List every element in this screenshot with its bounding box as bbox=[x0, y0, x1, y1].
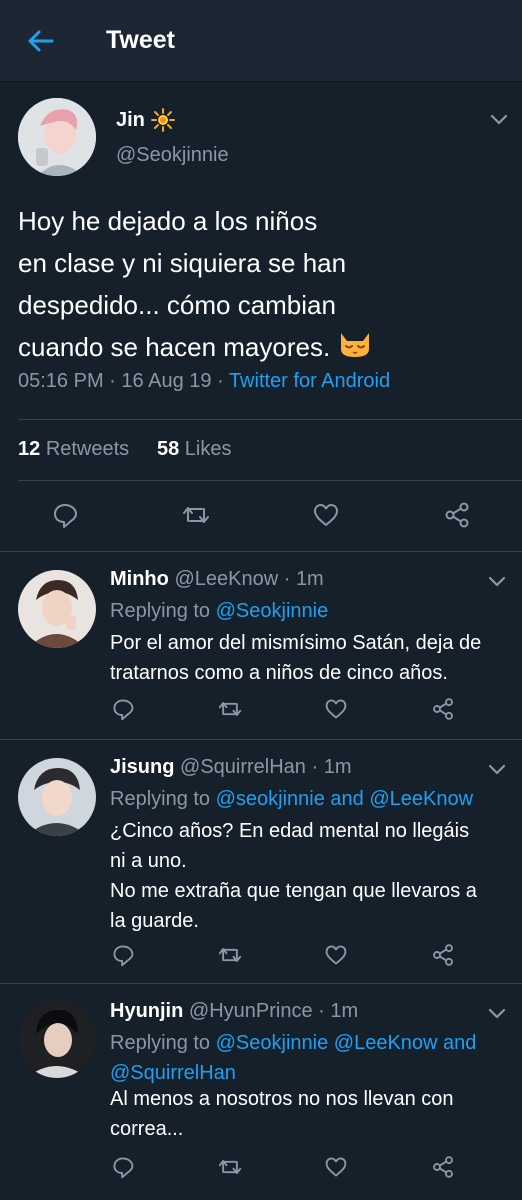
retweet-icon[interactable] bbox=[215, 940, 245, 970]
tweet-text-line: despedido... cómo cambian bbox=[18, 290, 336, 320]
reply-text: ¿Cinco años? En edad mental no llegáis n… bbox=[110, 820, 477, 932]
retweet-icon[interactable] bbox=[215, 694, 245, 724]
reply-icon[interactable] bbox=[108, 940, 138, 970]
replying-to-link[interactable]: @seokjinnie and @LeeKnow bbox=[216, 788, 473, 810]
reply-actions bbox=[108, 694, 458, 724]
author-name[interactable]: Jin bbox=[116, 109, 145, 132]
reply-author-name[interactable]: Hyunjin bbox=[110, 1000, 183, 1022]
avatar[interactable] bbox=[18, 758, 96, 836]
reply-author-name[interactable]: Jisung bbox=[110, 756, 174, 778]
tweet-client-link[interactable]: Twitter for Android bbox=[229, 370, 390, 392]
tweet-date: 16 Aug 19 bbox=[121, 370, 212, 392]
like-icon[interactable] bbox=[321, 1152, 351, 1182]
retweet-icon[interactable] bbox=[181, 500, 211, 530]
reply-author-name[interactable]: Minho bbox=[110, 568, 169, 590]
tweet-stats: 12 Retweets 58 Likes bbox=[18, 438, 232, 461]
share-icon[interactable] bbox=[428, 940, 458, 970]
share-icon[interactable] bbox=[428, 1152, 458, 1182]
reply-author-handle[interactable]: @HyunPrince bbox=[189, 1000, 313, 1022]
reply-age: 1m bbox=[323, 756, 352, 778]
retweets-stat[interactable]: 12 Retweets bbox=[18, 438, 129, 460]
divider bbox=[18, 419, 522, 420]
reply-header: Hyunjin @HyunPrince · 1m bbox=[110, 1000, 359, 1022]
replying-to-link[interactable]: @Seokjinnie @LeeKnow and bbox=[216, 1032, 477, 1054]
reply-actions bbox=[108, 940, 458, 970]
replying-to: Replying to @Seokjinnie bbox=[110, 600, 329, 622]
reply-text: Por el amor del mismísimo Satán, deja de… bbox=[110, 632, 482, 684]
tweet-text: Hoy he dejado a los niños en clase y ni … bbox=[18, 200, 508, 371]
top-bar: Tweet bbox=[0, 0, 522, 82]
tweet-text-line: cuando se hacen mayores. bbox=[18, 326, 508, 371]
tweet-meta: 05:16 PM · 16 Aug 19 · Twitter for Andro… bbox=[18, 370, 391, 392]
tweet-actions bbox=[50, 500, 472, 530]
main-tweet: Jin @Seokjinnie Hoy he dejado a los niño… bbox=[0, 82, 522, 552]
chevron-down-icon[interactable] bbox=[486, 758, 508, 780]
reply-header: Jisung @SquirrelHan · 1m bbox=[110, 756, 352, 778]
replying-to: Replying to @seokjinnie and @LeeKnow bbox=[110, 788, 474, 810]
reply-age: 1m bbox=[295, 568, 324, 590]
reply-icon[interactable] bbox=[50, 500, 80, 530]
avatar[interactable] bbox=[18, 98, 96, 176]
reply-text: Al menos a nosotros no nos llevan con co… bbox=[110, 1088, 454, 1140]
divider bbox=[18, 480, 522, 481]
author-name-row[interactable]: Jin bbox=[116, 108, 175, 132]
share-icon[interactable] bbox=[428, 694, 458, 724]
back-arrow-icon[interactable] bbox=[26, 26, 56, 56]
reply-tweet[interactable]: Hyunjin @HyunPrince · 1m Replying to @Se… bbox=[0, 984, 522, 1200]
reply-header: Minho @LeeKnow · 1m bbox=[110, 568, 324, 590]
chevron-down-icon[interactable] bbox=[486, 570, 508, 592]
reply-author-handle[interactable]: @LeeKnow bbox=[174, 568, 278, 590]
sun-emoji-icon bbox=[150, 108, 175, 132]
tweet-text-line-content: cuando se hacen mayores. bbox=[18, 332, 331, 362]
retweet-icon[interactable] bbox=[215, 1152, 245, 1182]
share-icon[interactable] bbox=[442, 500, 472, 530]
avatar[interactable] bbox=[18, 570, 96, 648]
reply-actions bbox=[108, 1152, 458, 1182]
replying-to: Replying to @Seokjinnie @LeeKnow and @Sq… bbox=[110, 1028, 505, 1088]
reply-icon[interactable] bbox=[108, 694, 138, 724]
chevron-down-icon[interactable] bbox=[486, 1002, 508, 1024]
reply-tweet[interactable]: Minho @LeeKnow · 1m Replying to @Seokjin… bbox=[0, 552, 522, 740]
reply-icon[interactable] bbox=[108, 1152, 138, 1182]
chevron-down-icon[interactable] bbox=[488, 108, 510, 130]
page-title: Tweet bbox=[106, 26, 175, 54]
tweet-text-line: Hoy he dejado a los niños bbox=[18, 206, 318, 236]
like-icon[interactable] bbox=[311, 500, 341, 530]
author-handle[interactable]: @Seokjinnie bbox=[116, 144, 229, 167]
sleepy-cat-emoji-icon bbox=[337, 327, 373, 371]
likes-stat[interactable]: 58 Likes bbox=[157, 438, 232, 460]
tweet-text-line: en clase y ni siquiera se han bbox=[18, 248, 347, 278]
reply-age: 1m bbox=[330, 1000, 359, 1022]
tweet-time: 05:16 PM bbox=[18, 370, 104, 392]
like-icon[interactable] bbox=[321, 694, 351, 724]
reply-author-handle[interactable]: @SquirrelHan bbox=[180, 756, 306, 778]
replying-to-link[interactable]: @Seokjinnie bbox=[216, 600, 329, 622]
avatar[interactable] bbox=[18, 1000, 96, 1078]
reply-tweet[interactable]: Jisung @SquirrelHan · 1m Replying to @se… bbox=[0, 740, 522, 984]
like-icon[interactable] bbox=[321, 940, 351, 970]
